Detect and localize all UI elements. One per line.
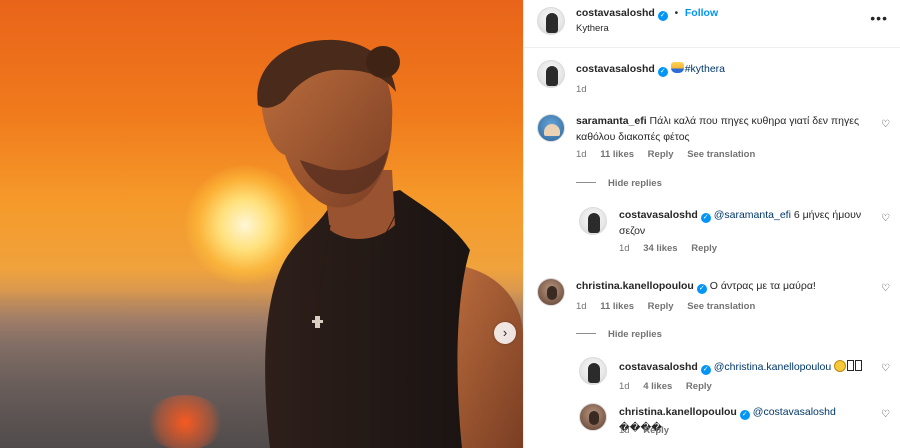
reply-time: 1d	[619, 381, 630, 392]
emoji-icon	[847, 360, 855, 371]
reply-meta: 1d 34 likes Reply	[619, 243, 728, 254]
post-header: costavasaloshd ✓ • Follow Kythera •••	[524, 0, 900, 48]
follow-button[interactable]: Follow	[685, 7, 718, 19]
hide-replies-button[interactable]: Hide replies	[576, 178, 662, 189]
chevron-right-icon: ›	[502, 325, 508, 340]
caption-avatar[interactable]	[537, 60, 565, 88]
reply-body: costavasaloshd ✓ @saramanta_efi 6 μήνες ή…	[619, 207, 874, 239]
more-horizontal-icon[interactable]: •••	[870, 10, 888, 26]
comment-username[interactable]: saramanta_efi	[576, 115, 647, 127]
like-heart-icon[interactable]: ♡	[881, 119, 890, 130]
caption-hashtag[interactable]: #kythera	[685, 63, 725, 75]
reply-avatar[interactable]	[579, 357, 607, 385]
comment-time: 1d	[576, 149, 587, 160]
reply-mention[interactable]: @christina.kanellopoulou	[714, 361, 831, 373]
reply-button[interactable]: Reply	[686, 381, 712, 392]
reply-username[interactable]: costavasaloshd	[619, 209, 698, 221]
see-translation-button[interactable]: See translation	[687, 149, 755, 160]
reply-button[interactable]: Reply	[648, 301, 674, 312]
verified-badge-icon: ✓	[739, 410, 750, 420]
reply-likes[interactable]: 4 likes	[643, 381, 672, 392]
comment-likes[interactable]: 11 likes	[600, 149, 634, 160]
dot-separator: •	[674, 8, 679, 19]
see-translation-button[interactable]: See translation	[687, 301, 755, 312]
author-avatar[interactable]	[537, 7, 565, 35]
next-photo-button[interactable]: ›	[494, 322, 516, 344]
reply-button[interactable]: Reply	[648, 149, 674, 160]
instagram-post-view: › costavasaloshd ✓ • Follow Kythera ••• c…	[0, 0, 900, 448]
reply-avatar[interactable]	[579, 403, 607, 431]
caption-time: 1d	[576, 84, 587, 95]
like-heart-icon[interactable]: ♡	[881, 213, 890, 224]
comment-meta: 1d 11 likes Reply See translation	[576, 301, 766, 312]
emoji-icon	[670, 62, 684, 73]
reply-username[interactable]: costavasaloshd	[619, 361, 698, 373]
divider-line	[576, 182, 596, 183]
reply-likes[interactable]: 34 likes	[643, 243, 677, 254]
reply-time: 1d	[619, 425, 630, 436]
hide-replies-label: Hide replies	[608, 329, 662, 340]
comment-likes[interactable]: 11 likes	[600, 301, 634, 312]
comment-body: saramanta_efi Πάλι καλά που πηγες κυθηρα…	[576, 113, 886, 145]
comment-avatar[interactable]	[537, 278, 565, 306]
verified-badge-icon: ✓	[700, 365, 711, 375]
post-sidebar: costavasaloshd ✓ • Follow Kythera ••• cos…	[523, 0, 900, 448]
caption-username[interactable]: costavasaloshd	[576, 63, 655, 75]
man-silhouette	[257, 39, 523, 448]
post-photo[interactable]: ›	[0, 0, 523, 448]
comment-text: Ο άντρας με τα μαύρα!	[709, 280, 816, 292]
author-username[interactable]: costavasaloshd	[576, 7, 655, 19]
reply-mention[interactable]: @costavasaloshd	[753, 406, 836, 418]
post-caption: costavasaloshd ✓ #kythera	[576, 61, 725, 77]
comment-meta: 1d 11 likes Reply See translation	[576, 149, 766, 160]
reply-username[interactable]: christina.kanellopoulou	[619, 406, 737, 418]
reply-meta: 1d 4 likes Reply	[619, 381, 723, 392]
reply-button[interactable]: Reply	[691, 243, 717, 254]
verified-badge-icon: ✓	[657, 67, 668, 77]
author-line: costavasaloshd ✓ • Follow	[576, 7, 718, 21]
verified-badge-icon: ✓	[696, 284, 707, 294]
reply-time: 1d	[619, 243, 630, 254]
comment-username[interactable]: christina.kanellopoulou	[576, 280, 694, 292]
post-location[interactable]: Kythera	[576, 23, 609, 34]
verified-badge-icon: ✓	[657, 11, 668, 21]
reply-meta: 1d Reply	[619, 425, 680, 436]
reply-button[interactable]: Reply	[643, 425, 669, 436]
hide-replies-label: Hide replies	[608, 178, 662, 189]
reply-avatar[interactable]	[579, 207, 607, 235]
like-heart-icon[interactable]: ♡	[881, 363, 890, 374]
emoji-icon	[855, 360, 863, 371]
divider-line	[576, 333, 596, 334]
smiley-emoji-icon	[834, 360, 847, 372]
comment-body: christina.kanellopoulou ✓ Ο άντρας με τα …	[576, 278, 886, 294]
reply-body: costavasaloshd ✓ @christina.kanellopoulou	[619, 359, 874, 375]
verified-badge-icon: ✓	[700, 213, 711, 223]
like-heart-icon[interactable]: ♡	[881, 409, 890, 420]
reply-mention[interactable]: @saramanta_efi	[714, 209, 791, 221]
like-heart-icon[interactable]: ♡	[881, 283, 890, 294]
comment-time: 1d	[576, 301, 587, 312]
comment-avatar[interactable]	[537, 114, 565, 142]
hide-replies-button[interactable]: Hide replies	[576, 329, 662, 340]
